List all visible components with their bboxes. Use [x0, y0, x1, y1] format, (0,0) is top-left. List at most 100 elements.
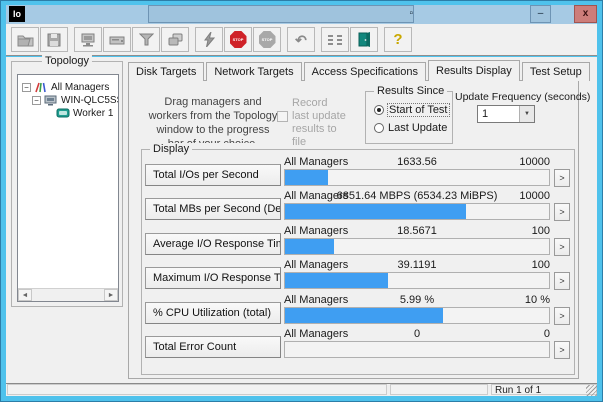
resize-grip[interactable] — [586, 385, 597, 396]
progress-fill — [285, 273, 388, 288]
horizontal-scrollbar[interactable]: ◄ ► — [18, 288, 118, 301]
tab-access-specifications[interactable]: Access Specifications — [304, 62, 426, 81]
new-disk-worker-button[interactable] — [103, 27, 131, 52]
max-label: 10000 — [284, 156, 550, 168]
max-label: 100 — [284, 259, 550, 271]
tree-item-manager[interactable]: − WIN-QLC5SSV5R — [32, 94, 119, 107]
stop-sign-icon: STOP — [230, 31, 247, 48]
progress-bar — [284, 203, 550, 220]
tree-item-label: Worker 1 — [73, 108, 113, 119]
bars-icon — [327, 34, 343, 46]
tree-item-worker[interactable]: Worker 1 — [44, 107, 113, 120]
update-frequency-label: Update Frequency (seconds) — [455, 91, 590, 103]
toolbar: STOP STOP ↶ ? — [6, 24, 597, 56]
tab-results-display[interactable]: Results Display — [428, 60, 520, 81]
floppy-disk-icon — [47, 33, 61, 47]
undo-arrow-icon: ↶ — [295, 33, 307, 47]
display-title: Display — [150, 143, 192, 155]
expand-result-button[interactable]: > — [554, 238, 570, 256]
radio-last-update[interactable]: Last Update — [374, 122, 447, 134]
stop-test-button[interactable]: STOP — [224, 27, 252, 52]
record-results-label: Record last update results to file — [292, 97, 347, 149]
status-section-middle — [390, 384, 488, 395]
max-label: 100 — [284, 225, 550, 237]
disk-drive-icon — [109, 34, 125, 46]
result-row: Total I/Os per Second All Managers 1633.… — [142, 156, 574, 189]
max-label: 10000 — [284, 190, 550, 202]
stop-all-sign-icon: STOP — [259, 31, 276, 48]
door-icon — [357, 32, 371, 47]
metric-button-total-mbs[interactable]: Total MBs per Second (Decimal) — [145, 198, 281, 220]
move-workers-button[interactable] — [321, 27, 349, 52]
collapse-icon[interactable]: − — [22, 83, 31, 92]
tab-network-targets[interactable]: Network Targets — [206, 62, 301, 81]
progress-bar — [284, 272, 550, 289]
metric-button-total-ios[interactable]: Total I/Os per Second — [145, 164, 281, 186]
close-button[interactable]: x — [574, 5, 597, 23]
worker-icon — [56, 108, 70, 119]
progress-bar — [284, 341, 550, 358]
tab-strip: Disk Targets Network Targets Access Spec… — [128, 61, 592, 81]
radio-unselected-icon[interactable] — [374, 123, 384, 133]
progress-fill — [285, 204, 466, 219]
tab-test-setup[interactable]: Test Setup — [522, 62, 590, 81]
record-results-checkbox-group: Record last update results to file — [277, 97, 347, 149]
progress-fill — [285, 170, 328, 185]
tab-disk-targets[interactable]: Disk Targets — [128, 62, 204, 81]
expand-result-button[interactable]: > — [554, 341, 570, 359]
expand-result-button[interactable]: > — [554, 169, 570, 187]
radio-selected-icon[interactable] — [374, 105, 384, 115]
tree-item-all-managers[interactable]: − All Managers — [22, 81, 109, 94]
stop-all-tests-button[interactable]: STOP — [253, 27, 281, 52]
expand-result-button[interactable]: > — [554, 307, 570, 325]
record-results-checkbox[interactable] — [277, 111, 288, 122]
radio-start-of-test[interactable]: Start of Test — [374, 104, 449, 116]
new-manager-button[interactable] — [74, 27, 102, 52]
client-area: Topology − All Managers − WIN-QLC5SSV5R … — [6, 57, 597, 384]
progress-fill — [285, 239, 334, 254]
maximize-button[interactable]: ▫ — [148, 5, 414, 23]
lightning-icon — [203, 32, 215, 47]
tree-item-label: WIN-QLC5SSV5R — [61, 95, 119, 106]
new-network-worker-button[interactable] — [132, 27, 160, 52]
metric-button-error-count[interactable]: Total Error Count — [145, 336, 281, 358]
duplicate-worker-button[interactable] — [161, 27, 189, 52]
result-row: Total Error Count All Managers 0 0 > — [142, 328, 574, 361]
result-row: Maximum I/O Response Time (ms) All Manag… — [142, 259, 574, 292]
radio-label: Last Update — [388, 122, 447, 134]
progress-bar — [284, 307, 550, 324]
open-file-button[interactable] — [11, 27, 39, 52]
expand-result-button[interactable]: > — [554, 272, 570, 290]
drag-hint-text: Drag managers and workers from the Topol… — [147, 95, 279, 143]
scroll-left-arrow[interactable]: ◄ — [18, 289, 32, 301]
metric-button-cpu-utilization[interactable]: % CPU Utilization (total) — [145, 302, 281, 324]
update-frequency-value: 1 — [482, 108, 488, 120]
open-folder-icon — [17, 33, 34, 47]
expand-result-button[interactable]: > — [554, 203, 570, 221]
result-row: Total MBs per Second (Decimal) All Manag… — [142, 190, 574, 223]
chevron-down-icon[interactable]: ▼ — [519, 106, 534, 122]
update-frequency-select[interactable]: 1 ▼ — [477, 105, 535, 123]
computer-icon — [80, 33, 96, 47]
max-label: 10 % — [284, 294, 550, 306]
start-tests-button[interactable] — [195, 27, 223, 52]
copy-icon — [168, 33, 183, 46]
status-bar: Run 1 of 1 — [6, 384, 597, 396]
progress-fill — [285, 308, 443, 323]
results-display-panel: Drag managers and workers from the Topol… — [128, 80, 579, 379]
managers-icon — [34, 82, 48, 93]
minimize-button[interactable]: – — [530, 5, 551, 23]
topology-tree[interactable]: − All Managers − WIN-QLC5SSV5R Worker 1 … — [17, 74, 119, 302]
scroll-right-arrow[interactable]: ► — [104, 289, 118, 301]
about-button[interactable]: ? — [384, 27, 412, 52]
status-section-left — [7, 384, 387, 395]
question-mark-icon: ? — [393, 32, 402, 47]
max-label: 0 — [284, 328, 550, 340]
title-bar[interactable]: Io Iometer – ▫ x — [6, 5, 597, 24]
save-file-button[interactable] — [40, 27, 68, 52]
collapse-icon[interactable]: − — [32, 96, 41, 105]
metric-button-max-response[interactable]: Maximum I/O Response Time (ms) — [145, 267, 281, 289]
exit-button[interactable] — [350, 27, 378, 52]
metric-button-avg-response[interactable]: Average I/O Response Time (ms) — [145, 233, 281, 255]
reset-workers-button[interactable]: ↶ — [287, 27, 315, 52]
